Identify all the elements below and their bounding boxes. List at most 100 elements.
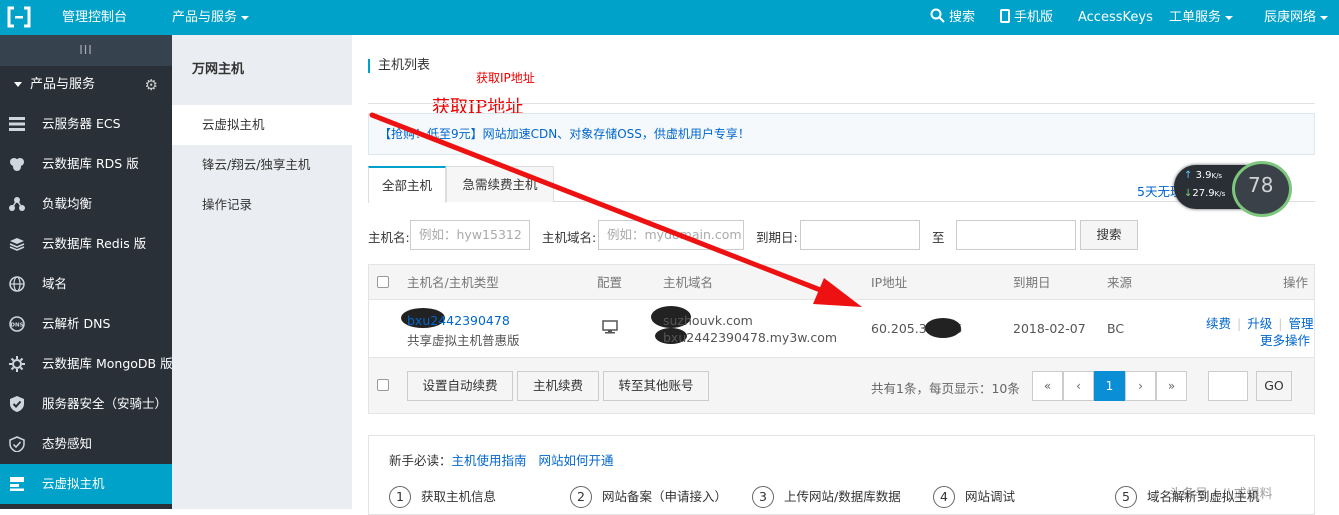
page-first[interactable]: « xyxy=(1032,371,1063,401)
step-number: 2 xyxy=(570,486,592,508)
sidebar-section-products[interactable]: 产品与服务 ⚙ xyxy=(0,66,172,104)
user-menu[interactable]: 辰庚网络 xyxy=(1264,0,1329,35)
sidebar-item-security[interactable]: 服务器安全（安骑士） xyxy=(0,384,172,424)
sidebar-item-virtual-host[interactable]: 云虚拟主机 xyxy=(0,464,172,504)
tickets-menu[interactable]: 工单服务 xyxy=(1169,0,1234,35)
globe-icon xyxy=(9,276,25,292)
subnav-title: 万网主机 xyxy=(192,62,245,77)
subnav-item-operation-log[interactable]: 操作记录 xyxy=(172,185,352,225)
sidebar-item-rds[interactable]: 云数据库 RDS 版 xyxy=(0,144,172,184)
svg-text:DNS: DNS xyxy=(10,323,23,329)
expire-end-input[interactable] xyxy=(956,220,1076,250)
step-number: 5 xyxy=(1115,486,1137,508)
more-actions-link[interactable]: 更多操作 xyxy=(1260,330,1310,349)
renew-link[interactable]: 续费 xyxy=(1206,316,1231,331)
table-footer: 设置自动续费 主机续费 转至其他账号 共有1条，每页显示：10条 « ‹ 1 ›… xyxy=(368,358,1315,414)
upload-speed: ↑ 3.9K/s xyxy=(1184,170,1222,181)
transfer-account-button[interactable]: 转至其他账号 xyxy=(603,371,709,401)
page-last[interactable]: » xyxy=(1156,371,1187,401)
guide-row: 新手必读：主机使用指南 网站如何开通 xyxy=(389,450,614,469)
sidebar-item-dns[interactable]: DNS 云解析 DNS xyxy=(0,304,172,344)
sidebar-collapse-toggle[interactable]: III xyxy=(0,35,172,66)
subnav-item-dedicated-host[interactable]: 锋云/翔云/独享主机 xyxy=(172,145,352,185)
console-home-link[interactable]: 管理控制台 xyxy=(62,0,127,35)
subnav-item-virtual-host[interactable]: 云虚拟主机 xyxy=(172,105,352,145)
database-icon xyxy=(10,158,24,171)
col-domain: 主机域名 xyxy=(663,275,714,290)
network-speed-widget[interactable]: ↑ 3.9K/s ↓27.9K/s 78 xyxy=(1174,161,1294,217)
mobile-version-link[interactable]: 手机版 xyxy=(1000,0,1053,35)
page-go-button[interactable]: GO xyxy=(1256,371,1292,401)
sidebar-item-domain[interactable]: 域名 xyxy=(0,264,172,304)
guide-label: 新手必读： xyxy=(389,453,452,468)
domain-input[interactable]: 例如：mydomain.com xyxy=(598,220,744,250)
sidebar-item-redis[interactable]: 云数据库 Redis 版 xyxy=(0,224,172,264)
step-number: 4 xyxy=(933,486,955,508)
col-config: 配置 xyxy=(597,275,623,290)
sidebar-item-situation[interactable]: 态势感知 xyxy=(0,424,172,464)
sidebar-item-slb[interactable]: 负载均衡 xyxy=(0,184,172,224)
server-icon xyxy=(9,117,25,131)
products-menu[interactable]: 产品与服务 xyxy=(172,0,250,35)
domain-secondary: bxu2442390478.my3w.com xyxy=(663,330,838,345)
mobile-label: 手机版 xyxy=(1014,10,1054,25)
col-ip: IP地址 xyxy=(871,275,908,290)
sidebar-item-ecs[interactable]: 云服务器 ECS xyxy=(0,104,172,144)
page-1[interactable]: 1 xyxy=(1094,371,1125,401)
sub-navigation: 万网主机 云虚拟主机 锋云/翔云/独享主机 操作记录 xyxy=(172,35,352,509)
search-button[interactable]: 搜索 xyxy=(930,0,975,35)
sidebar-item-mongodb[interactable]: 云数据库 MongoDB 版 xyxy=(0,344,173,384)
guide-link-usage[interactable]: 主机使用指南 xyxy=(452,453,527,468)
footer-select-checkbox[interactable] xyxy=(377,379,389,391)
sidebar-item-label: 域名 xyxy=(42,276,68,291)
auto-renew-button[interactable]: 设置自动续费 xyxy=(407,371,513,401)
promo-text[interactable]: 网站加速CDN、对象存储OSS，供虚机用户专享！ xyxy=(483,127,750,141)
promo-bracket[interactable]: 【抢购！低至9元】 xyxy=(379,127,483,141)
page-next[interactable]: › xyxy=(1125,371,1156,401)
host-name-link[interactable]: bxu2442390478 xyxy=(407,313,510,328)
search-label: 搜索 xyxy=(949,10,976,25)
manage-link[interactable]: 管理 xyxy=(1288,316,1313,331)
sidebar-item-label: 云解析 DNS xyxy=(42,316,111,331)
mongodb-icon xyxy=(9,356,25,372)
tickets-label: 工单服务 xyxy=(1169,10,1222,25)
step-number: 1 xyxy=(389,486,411,508)
access-keys-link[interactable]: AccessKeys xyxy=(1078,0,1153,35)
caret-down-icon xyxy=(14,82,22,87)
step-label: 网站调试 xyxy=(965,489,1016,504)
expire-start-input[interactable] xyxy=(800,220,920,250)
source-value: BC xyxy=(1107,321,1125,336)
upload-unit: K/s xyxy=(1211,172,1223,180)
select-all-checkbox[interactable] xyxy=(377,276,389,288)
sidebar-item-label: 云数据库 MongoDB 版 xyxy=(42,356,173,371)
search-submit-button[interactable]: 搜索 xyxy=(1080,220,1138,250)
chevron-down-icon xyxy=(1320,15,1329,20)
upgrade-link[interactable]: 升级 xyxy=(1247,316,1272,331)
gear-icon[interactable]: ⚙ xyxy=(145,66,158,104)
tab-all-hosts[interactable]: 全部主机 xyxy=(368,166,446,203)
download-unit: K/s xyxy=(1214,190,1226,198)
step-number: 3 xyxy=(752,486,774,508)
promo-banner[interactable]: 【抢购！低至9元】网站加速CDN、对象存储OSS，供虚机用户专享！ xyxy=(368,113,1315,155)
col-actions: 操作 xyxy=(1283,275,1309,290)
col-host-name: 主机名/主机类型 xyxy=(407,275,499,290)
host-renew-button[interactable]: 主机续费 xyxy=(517,371,599,401)
step-label: 上传网站/数据库数据 xyxy=(784,489,901,504)
products-label: 产品与服务 xyxy=(172,10,238,25)
tab-expiring-hosts[interactable]: 急需续费主机 xyxy=(446,166,554,202)
title-divider xyxy=(368,103,1315,104)
step-label: 获取主机信息 xyxy=(421,489,497,504)
host-name-input[interactable]: 例如：hyw15312 xyxy=(410,220,530,250)
beginner-guide: 新手必读：主机使用指南 网站如何开通 1 获取主机信息 2 网站备案（申请接入） 3上… xyxy=(368,435,1315,515)
load-balancer-icon xyxy=(9,197,25,211)
sidebar: III 产品与服务 ⚙ 云服务器 ECS 云数据库 RDS 版 负载均衡 云数据… xyxy=(0,35,173,509)
page-jump-input[interactable] xyxy=(1208,371,1248,401)
host-type: 共享虚拟主机普惠版 xyxy=(407,333,520,348)
guide-link-open-site[interactable]: 网站如何开通 xyxy=(539,453,614,468)
aliyun-logo-icon[interactable] xyxy=(6,5,32,29)
sidebar-item-label: 服务器安全（安骑士） xyxy=(42,396,168,411)
virtual-host-icon xyxy=(10,477,24,491)
monitor-icon[interactable] xyxy=(602,320,618,334)
page-prev[interactable]: ‹ xyxy=(1063,371,1094,401)
table-header: 主机名/主机类型 配置 主机域名 IP地址 到期日 来源 操作 xyxy=(368,264,1315,300)
